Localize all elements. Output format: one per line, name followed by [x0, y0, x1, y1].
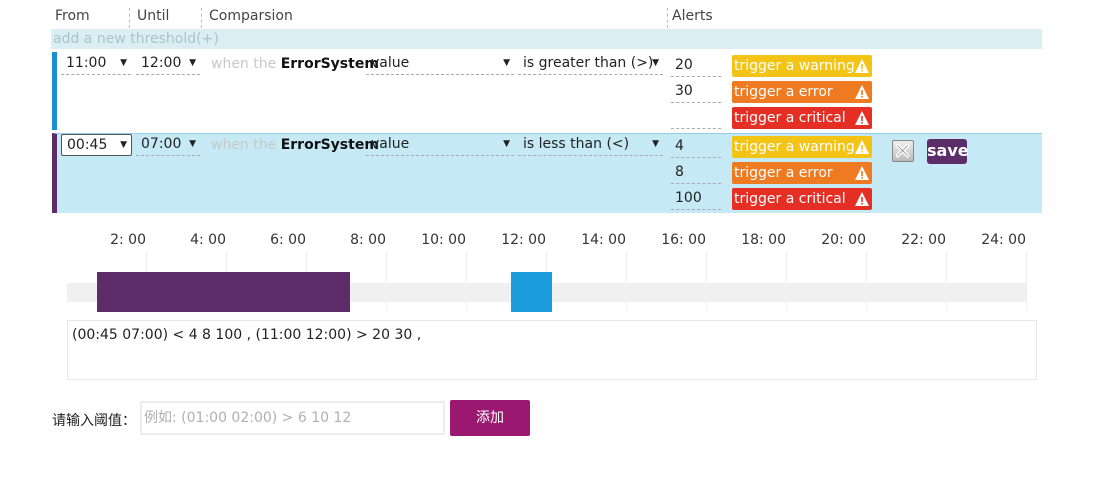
field-select[interactable]: value ▼ — [366, 53, 514, 75]
badge-error: trigger a error — [732, 162, 872, 184]
dropdown-arrow-icon: ▼ — [652, 58, 659, 68]
badge-label: trigger a warning — [734, 58, 855, 74]
from-value: 00:45 — [67, 137, 108, 153]
alert-value-critical[interactable]: 100 — [671, 186, 721, 210]
badge-label: trigger a warning — [734, 139, 855, 155]
badge-warning: trigger a warning — [732, 55, 872, 77]
timeline-tick-label: 14: 00 — [581, 232, 626, 248]
operator-value: is less than (<) — [523, 136, 630, 152]
save-button[interactable]: save — [927, 139, 969, 164]
threshold-summary: (00:45 07:00) < 4 8 100 , (11:00 12:00) … — [67, 320, 1037, 380]
badge-label: trigger a error — [734, 84, 833, 100]
alert-value-critical[interactable] — [671, 105, 721, 129]
dropdown-arrow-icon: ▼ — [120, 58, 127, 68]
badge-error: trigger a error — [732, 81, 872, 103]
badge-critical: trigger a critical — [732, 188, 872, 210]
timeline-tick-label: 18: 00 — [741, 232, 786, 248]
timeline-segment-row-2 — [97, 272, 350, 312]
badge-critical: trigger a critical — [732, 107, 872, 129]
timeline-tick-label: 6: 00 — [270, 232, 306, 248]
when-text: when the ErrorSystem — [211, 54, 379, 74]
alert-value-error[interactable]: 8 — [671, 160, 721, 184]
field-select[interactable]: value ▼ — [366, 134, 514, 156]
dropdown-arrow-icon: ▼ — [120, 140, 127, 150]
warning-icon — [855, 85, 869, 99]
badge-label: trigger a error — [734, 165, 833, 181]
add-threshold-link[interactable]: add a new threshold(+) — [51, 29, 1042, 49]
dropdown-arrow-icon: ▼ — [503, 58, 510, 68]
badge-label: trigger a critical — [734, 110, 846, 126]
from-select[interactable]: 00:45 ▼ — [61, 134, 132, 156]
timeline-tick-label: 4: 00 — [190, 232, 226, 248]
alert-value-warning[interactable]: 4 — [671, 134, 721, 158]
header-comparison: Comparsion — [201, 8, 667, 28]
until-value: 07:00 — [141, 136, 182, 152]
header-until: Until — [129, 8, 201, 28]
threshold-input[interactable] — [140, 401, 445, 435]
when-prefix: when the — [211, 56, 277, 72]
dropdown-arrow-icon: ▼ — [189, 58, 196, 68]
badge-label: trigger a critical — [734, 191, 846, 207]
timeline-tick-label: 2: 00 — [110, 232, 146, 248]
field-value: value — [371, 55, 410, 71]
operator-select[interactable]: is less than (<) ▼ — [518, 134, 663, 156]
timeline-tick-label: 20: 00 — [821, 232, 866, 248]
warning-icon — [855, 140, 869, 154]
from-value: 11:00 — [66, 55, 107, 71]
warning-icon — [855, 192, 869, 206]
close-icon — [895, 143, 910, 158]
when-text: when the ErrorSystem — [211, 135, 379, 155]
timeline-tick-label: 10: 00 — [421, 232, 466, 248]
field-value: value — [371, 136, 410, 152]
warning-icon — [855, 166, 869, 180]
header-alerts: Alerts — [667, 8, 867, 28]
timeline-tick-label: 8: 00 — [350, 232, 386, 248]
system-name: ErrorSystem — [280, 56, 379, 72]
warning-icon — [855, 111, 869, 125]
timeline-tick-label: 16: 00 — [661, 232, 706, 248]
header-from: From — [55, 8, 90, 24]
threshold-input-label: 请输入阈值： — [52, 413, 136, 429]
timeline-segment-row-1 — [511, 272, 552, 312]
timeline-tick-label: 12: 00 — [501, 232, 546, 248]
add-button[interactable]: 添加 — [450, 400, 530, 436]
badge-warning: trigger a warning — [732, 136, 872, 158]
operator-select[interactable]: is greater than (>) ▼ — [518, 53, 663, 75]
until-value: 12:00 — [141, 55, 182, 71]
timeline-tick-label: 24: 00 — [981, 232, 1026, 248]
dropdown-arrow-icon: ▼ — [652, 139, 659, 149]
until-select[interactable]: 12:00 ▼ — [136, 53, 200, 75]
when-prefix: when the — [211, 137, 277, 153]
warning-icon — [855, 59, 869, 73]
timeline-tick-label: 22: 00 — [901, 232, 946, 248]
dropdown-arrow-icon: ▼ — [189, 139, 196, 149]
delete-button[interactable] — [892, 140, 914, 162]
system-name: ErrorSystem — [280, 137, 379, 153]
until-select[interactable]: 07:00 ▼ — [136, 134, 200, 156]
alert-value-error[interactable]: 30 — [671, 79, 721, 103]
operator-value: is greater than (>) — [523, 55, 654, 71]
dropdown-arrow-icon: ▼ — [503, 139, 510, 149]
alert-value-warning[interactable]: 20 — [671, 53, 721, 77]
from-select[interactable]: 11:00 ▼ — [61, 53, 131, 75]
